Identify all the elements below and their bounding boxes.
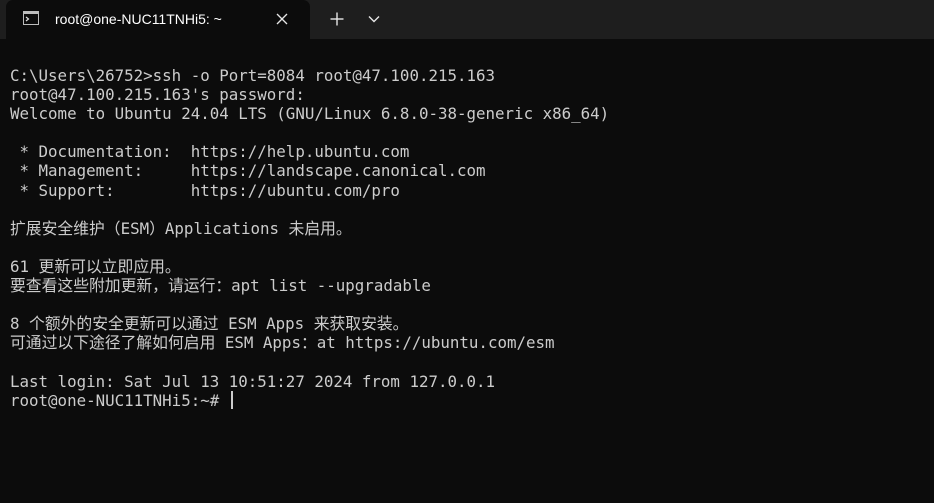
chevron-down-icon <box>368 16 380 23</box>
tab-title: root@one-NUC11TNHi5: ~ <box>55 11 222 27</box>
terminal-output[interactable]: C:\Users\26752>ssh -o Port=8084 root@47.… <box>10 66 934 410</box>
text-cursor <box>230 390 233 409</box>
terminal-line: * Support: https://ubuntu.com/pro <box>10 180 400 200</box>
title-bar: root@one-NUC11TNHi5: ~ <box>0 0 934 39</box>
terminal-line: root@47.100.215.163's password: <box>10 85 305 105</box>
terminal-line: * Documentation: https://help.ubuntu.com <box>10 142 410 162</box>
terminal-line: 可通过以下途径了解如何启用 ESM Apps：at https://ubuntu… <box>10 333 555 353</box>
tab-terminal[interactable]: root@one-NUC11TNHi5: ~ <box>6 0 310 39</box>
close-icon <box>276 13 288 25</box>
terminal-line: Last login: Sat Jul 13 10:51:27 2024 fro… <box>10 371 496 391</box>
terminal-line: 8 个额外的安全更新可以通过 ESM Apps 来获取安装。 <box>10 314 409 334</box>
terminal-window: root@one-NUC11TNHi5: ~ C:\Users\26752>ss… <box>0 0 934 503</box>
shell-prompt: root@one-NUC11TNHi5:~# <box>10 390 229 410</box>
prompt-line[interactable]: root@one-NUC11TNHi5:~# <box>10 390 934 410</box>
terminal-line: 要查看这些附加更新，请运行：apt list --upgradable <box>10 276 431 296</box>
tab-dropdown-button[interactable] <box>360 6 388 32</box>
terminal-line: C:\Users\26752>ssh -o Port=8084 root@47.… <box>10 66 496 85</box>
terminal-line: 扩展安全维护（ESM）Applications 未启用。 <box>10 218 352 238</box>
terminal-line: Welcome to Ubuntu 24.04 LTS (GNU/Linux 6… <box>10 104 610 124</box>
plus-icon <box>330 12 344 26</box>
close-tab-button[interactable] <box>271 8 293 30</box>
terminal-icon <box>23 11 39 25</box>
terminal-line: * Management: https://landscape.canonica… <box>10 161 486 181</box>
new-tab-button[interactable] <box>322 6 352 32</box>
terminal-line: 61 更新可以立即应用。 <box>10 256 181 276</box>
